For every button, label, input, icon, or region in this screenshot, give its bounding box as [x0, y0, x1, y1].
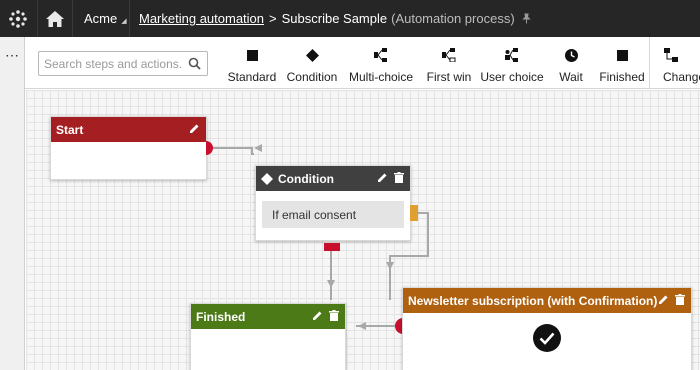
- step-header: Start: [51, 117, 206, 142]
- output-port-true[interactable]: [324, 240, 340, 254]
- caret-down-icon: ◢: [121, 18, 127, 25]
- home-button[interactable]: [37, 0, 73, 37]
- edit-pencil-icon[interactable]: [658, 294, 669, 308]
- search-input[interactable]: [39, 52, 184, 75]
- breadcrumb-separator: >: [269, 11, 277, 26]
- toolbar-finished-button[interactable]: Finished: [599, 37, 645, 89]
- step-node-condition[interactable]: Condition If email consent: [255, 165, 411, 241]
- home-icon: [46, 10, 64, 27]
- toolbar-finished-label: Finished: [599, 70, 645, 84]
- condition-text: If email consent: [272, 207, 357, 222]
- toolbar-change-button[interactable]: Change: [655, 37, 700, 89]
- condition-expression: If email consent: [262, 201, 404, 228]
- square-icon: [246, 48, 258, 62]
- toolbar-standard-button[interactable]: Standard: [227, 37, 277, 89]
- step-header: Finished: [191, 304, 345, 329]
- user-choice-icon: [505, 48, 519, 62]
- site-name: Acme: [84, 11, 118, 26]
- connector-arrow-icon: [358, 322, 366, 330]
- edit-pencil-icon[interactable]: [312, 310, 323, 324]
- step-title: Newsletter subscription (with Confirmati…: [408, 293, 658, 308]
- output-port[interactable]: [206, 141, 215, 158]
- top-navigation-bar: Acme ◢ Marketing automation > Subscribe …: [0, 0, 700, 37]
- delete-trash-icon[interactable]: [329, 309, 339, 324]
- breadcrumb-link-marketing-automation[interactable]: Marketing automation: [139, 11, 264, 26]
- toolbar-multi-choice-label: Multi-choice: [348, 70, 414, 84]
- delete-trash-icon[interactable]: [675, 293, 685, 308]
- connector-arrow-icon: [254, 144, 262, 152]
- multi-choice-icon: [374, 48, 388, 62]
- left-panel-strip: ⋯: [0, 37, 25, 370]
- square-icon: [616, 48, 628, 62]
- step-title: Finished: [196, 309, 246, 324]
- toolbar-wait-label: Wait: [559, 70, 583, 84]
- site-selector[interactable]: Acme ◢: [74, 0, 130, 37]
- edit-pencil-icon[interactable]: [189, 123, 200, 137]
- breadcrumb-object-type: (Automation process): [391, 11, 515, 26]
- search-box: [38, 51, 208, 76]
- step-title: Start: [56, 122, 84, 137]
- toolbar-user-choice-label: User choice: [480, 70, 544, 84]
- step-node-newsletter-subscription[interactable]: Newsletter subscription (with Confirmati…: [402, 287, 692, 370]
- toolbar-condition-label: Condition: [286, 70, 338, 84]
- step-node-finished[interactable]: Finished: [190, 303, 346, 370]
- search-icon[interactable]: [188, 57, 201, 73]
- toolbar-standard-label: Standard: [227, 70, 277, 84]
- toolbar-change-label: Change: [663, 70, 700, 84]
- step-title: Condition: [278, 171, 334, 186]
- app-logo-icon[interactable]: [0, 0, 36, 37]
- change-icon: [664, 48, 678, 62]
- step-node-start[interactable]: Start: [50, 116, 207, 180]
- pin-icon[interactable]: [521, 13, 532, 24]
- diamond-icon: [305, 48, 319, 62]
- delete-trash-icon[interactable]: [394, 171, 404, 186]
- toolbar-divider: [649, 37, 650, 89]
- first-win-icon: [442, 48, 456, 62]
- step-header: Condition: [256, 166, 410, 191]
- workflow-canvas[interactable]: Start Condition If email consent Finishe…: [26, 90, 700, 370]
- toolbar-first-win-label: First win: [426, 70, 472, 84]
- diamond-icon: [261, 172, 273, 185]
- more-options-icon[interactable]: ⋯: [5, 48, 19, 62]
- connector-start-condition: [212, 147, 254, 155]
- toolbar-multi-choice-button[interactable]: Multi-choice: [348, 37, 414, 89]
- edit-pencil-icon[interactable]: [377, 172, 388, 186]
- checkmark-circle-icon: [533, 324, 561, 352]
- toolbar-wait-button[interactable]: Wait: [552, 37, 590, 89]
- toolbar-condition-button[interactable]: Condition: [284, 37, 340, 89]
- step-header: Newsletter subscription (with Confirmati…: [403, 288, 691, 313]
- clock-icon: [564, 48, 578, 62]
- output-port-false[interactable]: [410, 205, 418, 224]
- toolbar-first-win-button[interactable]: First win: [425, 37, 473, 89]
- connector-arrow-icon: [386, 262, 394, 270]
- connector-arrow-icon: [327, 280, 335, 288]
- breadcrumb: Marketing automation > Subscribe Sample …: [139, 0, 532, 37]
- toolbar-user-choice-button[interactable]: User choice: [480, 37, 544, 89]
- step-toolbar: Standard Condition Multi-choice First wi…: [25, 37, 700, 89]
- breadcrumb-current-page: Subscribe Sample: [281, 11, 388, 26]
